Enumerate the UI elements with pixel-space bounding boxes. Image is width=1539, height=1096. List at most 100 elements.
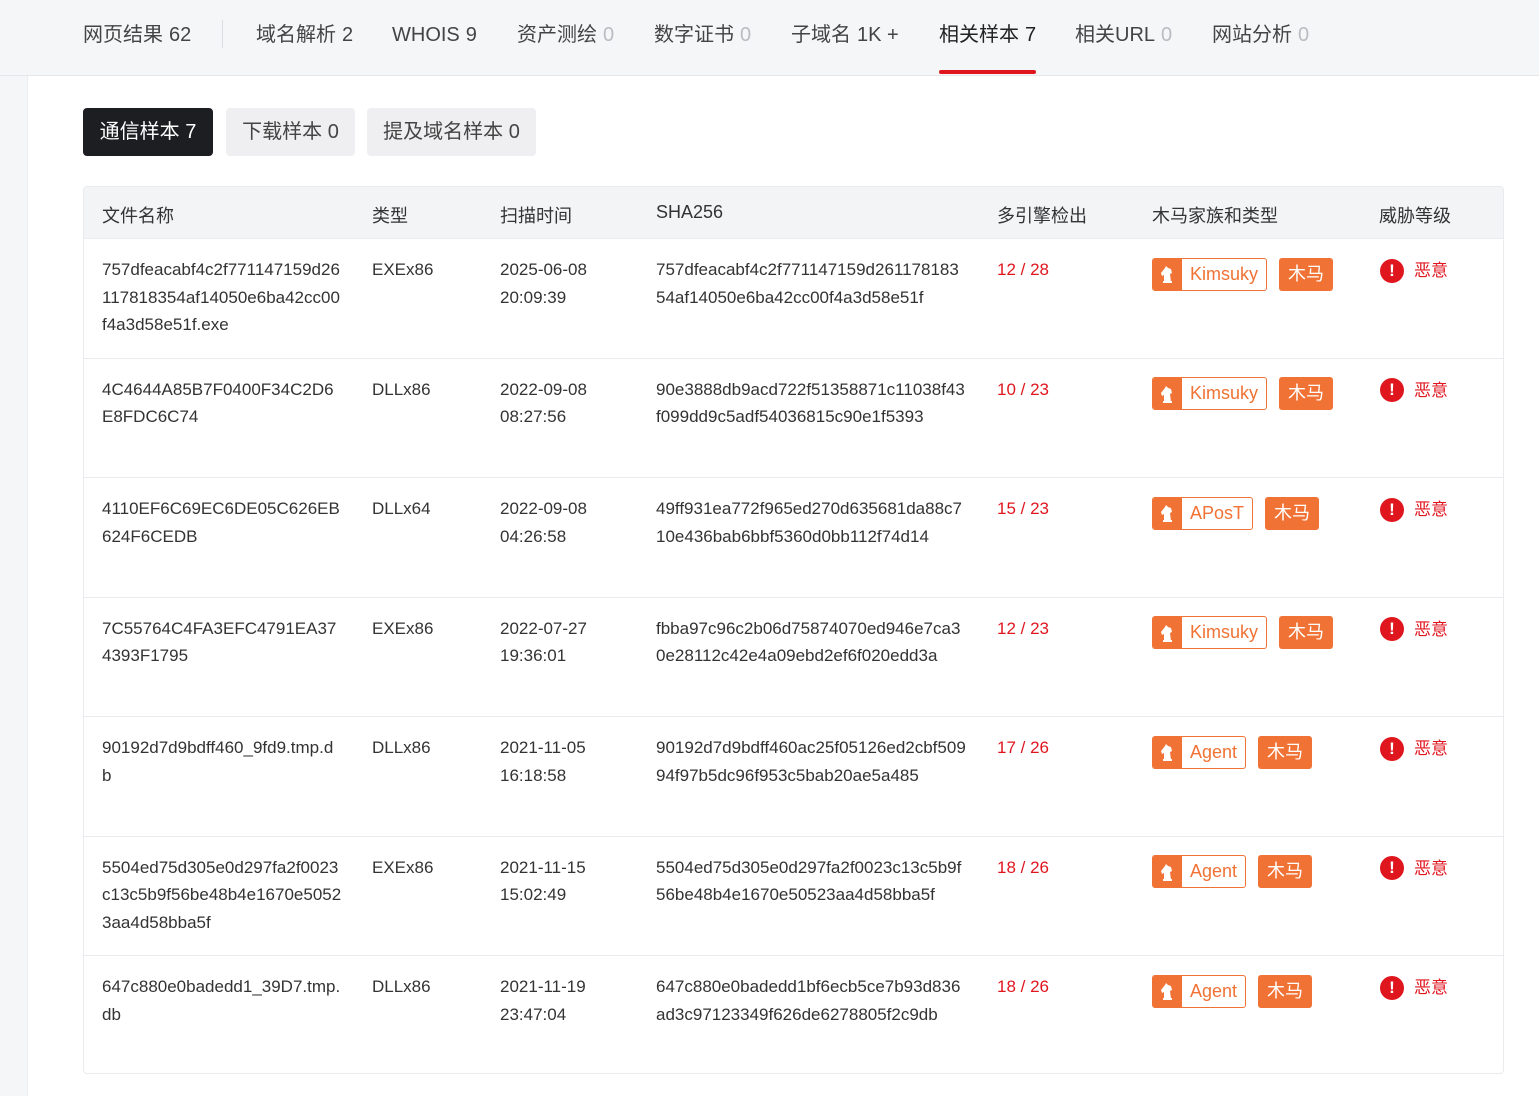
tab-count: 2: [342, 24, 354, 46]
scan-time: 2021-11-15 15:02:49: [500, 854, 620, 909]
subtab-mentioned-domain-samples[interactable]: 提及域名样本 0: [367, 108, 536, 156]
file-type: EXEx86: [372, 857, 434, 877]
file-type: EXEx86: [372, 260, 434, 279]
table-row[interactable]: 647c880e0badedd1_39D7.tmp.db DLLx86 2021…: [84, 955, 1503, 1073]
file-name[interactable]: 647c880e0badedd1_39D7.tmp.db: [102, 973, 342, 1028]
tab-label: 网站分析: [1212, 24, 1292, 46]
exclamation-circle-icon: !: [1380, 975, 1404, 1000]
sha256-hash[interactable]: 647c880e0badedd1bf6ecb5ce7b93d836ad3c971…: [656, 973, 966, 1028]
scan-date: 2021-11-19: [500, 977, 586, 996]
threat-level: ! 恶意: [1380, 616, 1480, 644]
sha256-hash[interactable]: 90e3888db9acd722f51358871c11038f43f099dd…: [656, 376, 966, 431]
header-threat-level: 威胁等级: [1379, 206, 1451, 226]
scan-time: 2025-06-08 20:09:39: [500, 256, 620, 311]
file-type: DLLx64: [372, 499, 431, 518]
threat-label: 恶意: [1414, 619, 1448, 639]
threat-label: 恶意: [1414, 261, 1448, 280]
file-name[interactable]: 4C4644A85B7F0400F34C2D6E8FDC6C74: [102, 376, 342, 431]
table-row[interactable]: 4C4644A85B7F0400F34C2D6E8FDC6C74 DLLx86 …: [84, 357, 1503, 478]
family-name: Kimsuky: [1190, 263, 1259, 284]
sha256-hash[interactable]: fbba97c96c2b06d75874070ed946e7ca30e28112…: [656, 615, 966, 670]
scan-clock: 15:02:49: [500, 885, 567, 904]
trojan-horse-icon: [1153, 497, 1182, 529]
left-gutter: [0, 76, 28, 1096]
scan-clock: 16:18:58: [500, 765, 567, 785]
tab-divider: [222, 20, 223, 48]
detection-ratio: 18 / 26: [997, 857, 1049, 877]
tab-related-url[interactable]: 相关URL 0: [1075, 22, 1172, 50]
file-name[interactable]: 757dfeacabf4c2f771147159d26117818354af14…: [102, 256, 342, 339]
sha256-hash[interactable]: 5504ed75d305e0d297fa2f0023c13c5b9f56be48…: [656, 854, 966, 909]
scan-date: 2025-06-08: [500, 260, 587, 279]
table-row[interactable]: 5504ed75d305e0d297fa2f0023c13c5b9f56be48…: [84, 835, 1503, 956]
header-scan-time: 扫描时间: [500, 206, 572, 226]
scan-date: 2021-11-05: [500, 738, 586, 757]
family-tag[interactable]: Kimsuky: [1152, 377, 1268, 410]
sha256-hash[interactable]: 49ff931ea772f965ed270d635681da88c710e436…: [656, 495, 966, 550]
family-tag[interactable]: Agent: [1152, 974, 1247, 1008]
family-name: Agent: [1190, 980, 1238, 1001]
file-type: DLLx86: [372, 738, 431, 757]
tab-site-analysis[interactable]: 网站分析 0: [1212, 22, 1309, 50]
file-type: DLLx86: [372, 977, 431, 996]
malware-type-tag: 木马: [1265, 496, 1320, 530]
tab-web-results[interactable]: 网页结果 62: [83, 22, 191, 50]
scan-date: 2021-11-15: [500, 857, 586, 877]
sha256-hash[interactable]: 90192d7d9bdff460ac25f05126ed2cbf50994f97…: [656, 734, 966, 789]
tab-whois[interactable]: WHOIS 9: [392, 22, 477, 50]
family-tag[interactable]: Kimsuky: [1152, 257, 1268, 291]
malware-type-tag: 木马: [1258, 735, 1313, 769]
scan-clock: 19:36:01: [500, 646, 567, 665]
scan-date: 2022-09-08: [500, 499, 587, 518]
sha256-hash[interactable]: 757dfeacabf4c2f771147159d26117818354af14…: [656, 256, 966, 311]
tab-label: 域名解析: [256, 24, 336, 46]
threat-level: ! 恶意: [1380, 974, 1480, 1002]
tab-related-samples[interactable]: 相关样本 7: [939, 22, 1037, 74]
trojan-horse-icon: [1153, 378, 1182, 409]
file-name[interactable]: 7C55764C4FA3EFC4791EA374393F1795: [102, 615, 342, 670]
tab-label: 资产测绘: [517, 24, 597, 46]
scan-date: 2022-07-27: [500, 618, 587, 638]
file-name[interactable]: 5504ed75d305e0d297fa2f0023c13c5b9f56be48…: [102, 854, 342, 937]
tab-dns-resolution[interactable]: 域名解析 2: [256, 22, 353, 50]
table-row[interactable]: 757dfeacabf4c2f771147159d26117818354af14…: [84, 238, 1503, 358]
threat-label: 恶意: [1414, 858, 1448, 878]
scan-clock: 23:47:04: [500, 1004, 567, 1024]
family-tag[interactable]: APosT: [1152, 496, 1254, 530]
trojan-horse-icon: [1153, 975, 1182, 1007]
family-cell: Kimsuky 木马: [1152, 257, 1372, 291]
tab-subdomains[interactable]: 子域名 1K +: [791, 22, 899, 50]
header-detection: 多引擎检出: [997, 206, 1087, 226]
family-cell: APosT 木马: [1152, 496, 1372, 530]
threat-level: ! 恶意: [1380, 855, 1480, 883]
threat-level: ! 恶意: [1380, 496, 1480, 524]
tab-label: 相关URL: [1075, 24, 1156, 46]
table-row[interactable]: 90192d7d9bdff460_9fd9.tmp.db DLLx86 2021…: [84, 716, 1503, 836]
file-name[interactable]: 4110EF6C69EC6DE05C626EB624F6CEDB: [102, 495, 342, 550]
exclamation-circle-icon: !: [1380, 497, 1404, 522]
family-tag[interactable]: Kimsuky: [1152, 616, 1268, 649]
tab-count: 0: [1161, 24, 1173, 46]
tab-count: 0: [740, 24, 752, 46]
detection-ratio: 15 / 23: [997, 499, 1049, 518]
tab-label: 子域名: [791, 24, 851, 46]
trojan-horse-icon: [1153, 736, 1182, 768]
threat-level: ! 恶意: [1380, 257, 1480, 285]
malware-type-tag: 木马: [1279, 616, 1334, 649]
subtab-download-samples[interactable]: 下载样本 0: [226, 108, 355, 156]
table-row[interactable]: 7C55764C4FA3EFC4791EA374393F1795 EXEx86 …: [84, 596, 1503, 717]
table-row[interactable]: 4110EF6C69EC6DE05C626EB624F6CEDB DLLx64 …: [84, 477, 1503, 597]
header-type: 类型: [372, 206, 408, 226]
malware-type-tag: 木马: [1258, 855, 1313, 888]
family-tag[interactable]: Agent: [1152, 855, 1247, 888]
scan-clock: 08:27:56: [500, 407, 567, 426]
threat-level: ! 恶意: [1380, 377, 1480, 405]
samples-table: 文件名称 类型 扫描时间 SHA256 多引擎检出 木马家族和类型 威胁等级 7…: [83, 186, 1504, 1074]
family-tag[interactable]: Agent: [1152, 735, 1247, 769]
file-name[interactable]: 90192d7d9bdff460_9fd9.tmp.db: [102, 734, 342, 789]
tab-certificates[interactable]: 数字证书 0: [654, 22, 751, 50]
malware-type-tag: 木马: [1279, 377, 1334, 410]
subtab-communication-samples[interactable]: 通信样本 7: [83, 108, 213, 156]
table-header: 文件名称 类型 扫描时间 SHA256 多引擎检出 木马家族和类型 威胁等级: [84, 187, 1503, 238]
tab-asset-mapping[interactable]: 资产测绘 0: [517, 22, 614, 50]
